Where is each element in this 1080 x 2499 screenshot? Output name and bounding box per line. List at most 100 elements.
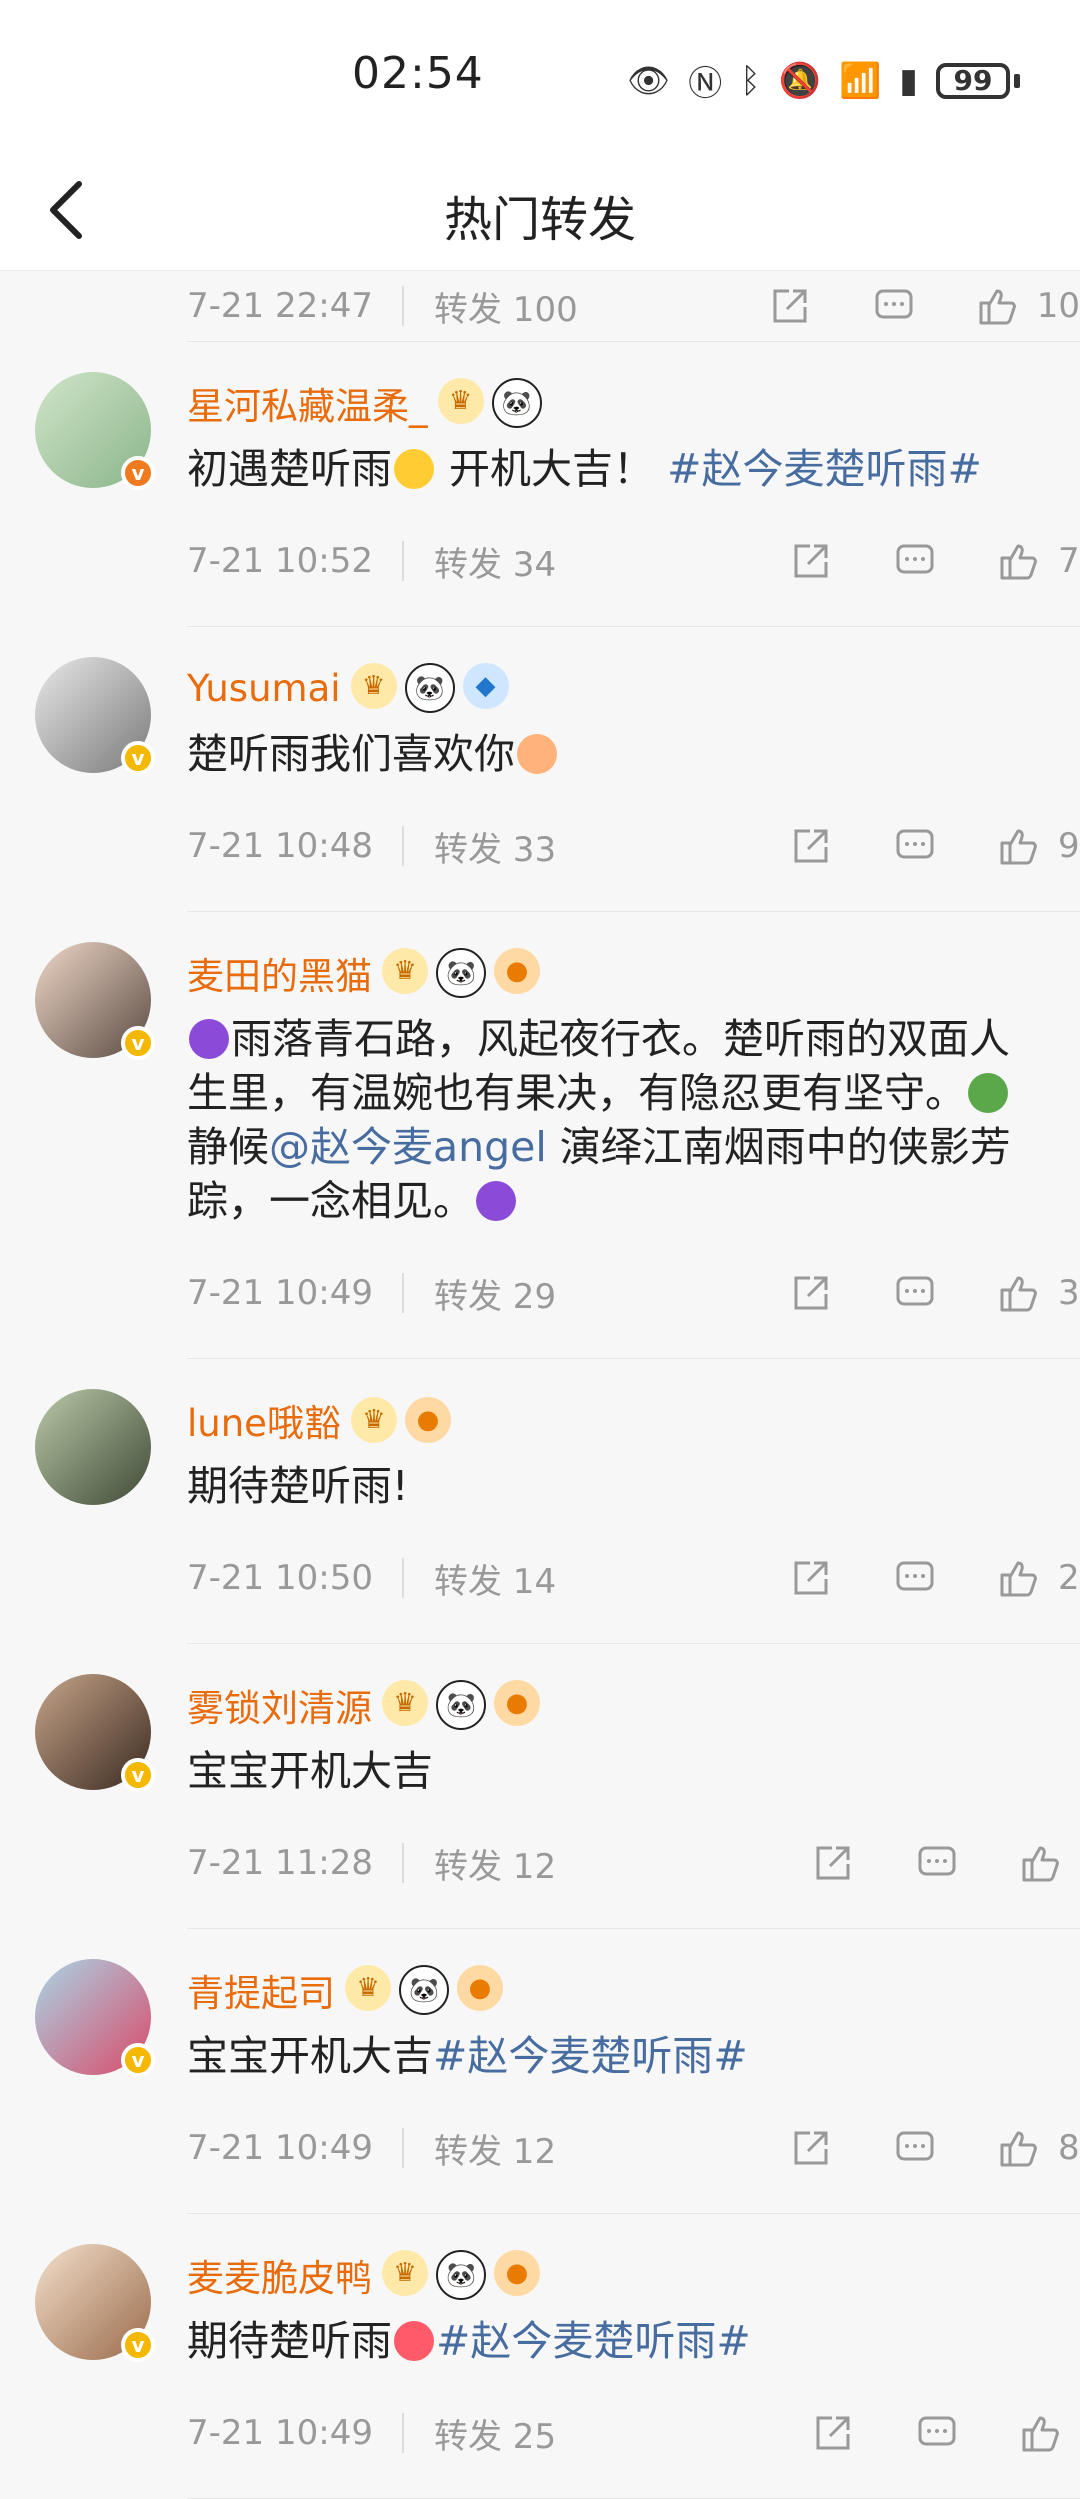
crown-badge-icon: ♛	[437, 378, 484, 424]
list-item: v 雾锁刘清源 ♛ 🐼 ● 宝宝开机大吉 7-21 11:28 转发 12	[35, 1644, 1080, 1929]
battery-tip	[1014, 73, 1020, 88]
thumbs-up-icon	[1022, 1846, 1059, 1882]
verified-badge-icon: v	[121, 741, 155, 775]
share-button[interactable]	[812, 1842, 854, 1884]
username[interactable]: 星河私藏温柔_	[187, 376, 428, 430]
avatar[interactable]: v	[35, 2244, 155, 2362]
badges: ♛ 🐼 ●	[345, 1965, 503, 2015]
actions: 8	[728, 2127, 1080, 2169]
avatar[interactable]	[35, 1389, 151, 1505]
battery-icon: 99	[936, 62, 1010, 99]
comment-button[interactable]	[916, 1842, 958, 1884]
like-button[interactable]	[1020, 2412, 1062, 2454]
username[interactable]: lune哦豁	[187, 1393, 341, 1447]
like-button[interactable]: 8	[998, 2127, 1080, 2169]
badges: ♛ 🐼	[437, 378, 542, 428]
hashtag-link[interactable]: #赵今麦楚听雨#	[436, 2317, 751, 2365]
username[interactable]: Yusumai	[187, 667, 341, 710]
comment-button[interactable]	[894, 2127, 936, 2169]
signal-5g-icon: ▮	[899, 60, 918, 101]
like-button[interactable]	[1020, 1842, 1062, 1884]
share-button[interactable]	[790, 1272, 832, 1314]
text-part: 楚听雨我们喜欢你	[187, 730, 515, 778]
comment-button[interactable]	[916, 2412, 958, 2454]
like-button[interactable]: 9	[998, 825, 1080, 867]
comment-button[interactable]	[894, 540, 936, 582]
like-count: 9	[1058, 826, 1080, 866]
divider	[402, 541, 404, 581]
list-item: v Yusumai ♛ 🐼 ◆ 楚听雨我们喜欢你 7-21 10:48 转发 3…	[35, 627, 1080, 912]
divider	[402, 2128, 404, 2168]
avatar[interactable]: v	[35, 657, 155, 775]
share-button[interactable]	[790, 2127, 832, 2169]
repost-count: 转发 14	[434, 1561, 557, 1602]
meta-row: 7-21 10:52 转发 34 7	[187, 496, 1080, 626]
avatar[interactable]: v	[35, 372, 155, 490]
share-button[interactable]	[790, 540, 832, 582]
mention-link[interactable]: @赵今麦angel	[269, 1123, 547, 1171]
badges: ♛ 🐼 ●	[382, 1680, 540, 1730]
time: 7-21 10:48	[187, 826, 373, 866]
list-item-partial: 7-21 22:47 转发 100 10	[187, 271, 1080, 342]
comment-text: 宝宝开机大吉	[187, 1747, 433, 1795]
meta-row: 7-21 10:49 转发 25	[187, 2368, 1080, 2498]
thumbs-up-icon	[1000, 1276, 1037, 1312]
text-part: 开机大吉！	[436, 445, 655, 493]
share-button[interactable]	[790, 825, 832, 867]
share-icon	[794, 1561, 828, 1595]
emoji-icon	[517, 734, 557, 774]
share-button[interactable]	[812, 2412, 854, 2454]
comment-button[interactable]	[894, 1272, 936, 1314]
username[interactable]: 麦麦脆皮鸭	[187, 2248, 372, 2302]
share-icon	[816, 1846, 850, 1880]
thumbs-up-icon	[1000, 544, 1037, 580]
crown-badge-icon: ♛	[350, 1397, 397, 1443]
repost-count: 转发 25	[434, 2416, 557, 2457]
fish-badge-icon: ●	[457, 1965, 503, 2011]
comment-button[interactable]	[873, 285, 915, 327]
hashtag-link[interactable]: #赵今麦楚听雨#	[433, 2032, 748, 2080]
username[interactable]: 麦田的黑猫	[187, 946, 372, 1000]
crown-badge-icon: ♛	[382, 1680, 428, 1726]
fish-badge-icon: ●	[404, 1397, 451, 1443]
avatar[interactable]: v	[35, 1959, 155, 2077]
crown-badge-icon: ♛	[382, 948, 428, 994]
meta-row: 7-21 10:48 转发 33 9	[187, 781, 1080, 911]
like-button[interactable]: 10	[977, 285, 1080, 327]
username[interactable]: 雾锁刘清源	[187, 1678, 372, 1732]
repost-list: 7-21 22:47 转发 100 10 v 星河私藏温柔_ ♛ 🐼 初遇楚听雨…	[0, 271, 1080, 2499]
comment-text: 期待楚听雨 #赵今麦楚听雨#	[187, 2314, 1080, 2368]
text-part: 宝宝开机大吉	[187, 2032, 433, 2080]
battery-level: 99	[953, 64, 993, 97]
avatar[interactable]: v	[35, 1674, 155, 1792]
comment-button[interactable]	[894, 825, 936, 867]
avatar[interactable]: v	[35, 942, 155, 1060]
like-button[interactable]: 2	[998, 1557, 1080, 1599]
like-button[interactable]: 3	[998, 1272, 1080, 1314]
meta-row: 7-21 10:49 转发 29 3	[187, 1228, 1080, 1358]
like-button[interactable]: 7	[998, 540, 1080, 582]
share-icon	[773, 289, 807, 323]
fish-badge-icon: ●	[494, 2250, 540, 2296]
emoji-icon	[394, 449, 434, 489]
comment-text: 宝宝开机大吉#赵今麦楚听雨#	[187, 2029, 1080, 2083]
hashtag-link[interactable]: #赵今麦楚听雨#	[667, 445, 982, 493]
share-button[interactable]	[769, 285, 811, 327]
purple-heart-icon	[189, 1019, 229, 1059]
share-icon	[794, 1276, 828, 1310]
panda-badge-icon: 🐼	[491, 378, 542, 428]
leaf-icon	[968, 1073, 1008, 1113]
comment-icon	[918, 1846, 956, 1876]
eye-icon: 👁	[627, 60, 671, 101]
divider	[402, 2413, 404, 2453]
share-button[interactable]	[790, 1557, 832, 1599]
nfc-icon: Ⓝ	[688, 64, 723, 104]
list-item: v 青提起司 ♛ 🐼 ● 宝宝开机大吉#赵今麦楚听雨# 7-21 10:49 转…	[35, 1929, 1080, 2214]
comment-button[interactable]	[894, 1557, 936, 1599]
text-part: 雨落青石路，风起夜行衣。楚听雨的双面人生里，有温婉也有果决，有隐忍更有坚守。	[187, 1015, 1010, 1117]
verified-badge-icon: v	[121, 2328, 155, 2362]
text-part: 静候	[187, 1123, 269, 1171]
repost-count: 转发 29	[434, 1276, 557, 1317]
username[interactable]: 青提起司	[187, 1963, 335, 2017]
comment-icon	[875, 289, 913, 319]
